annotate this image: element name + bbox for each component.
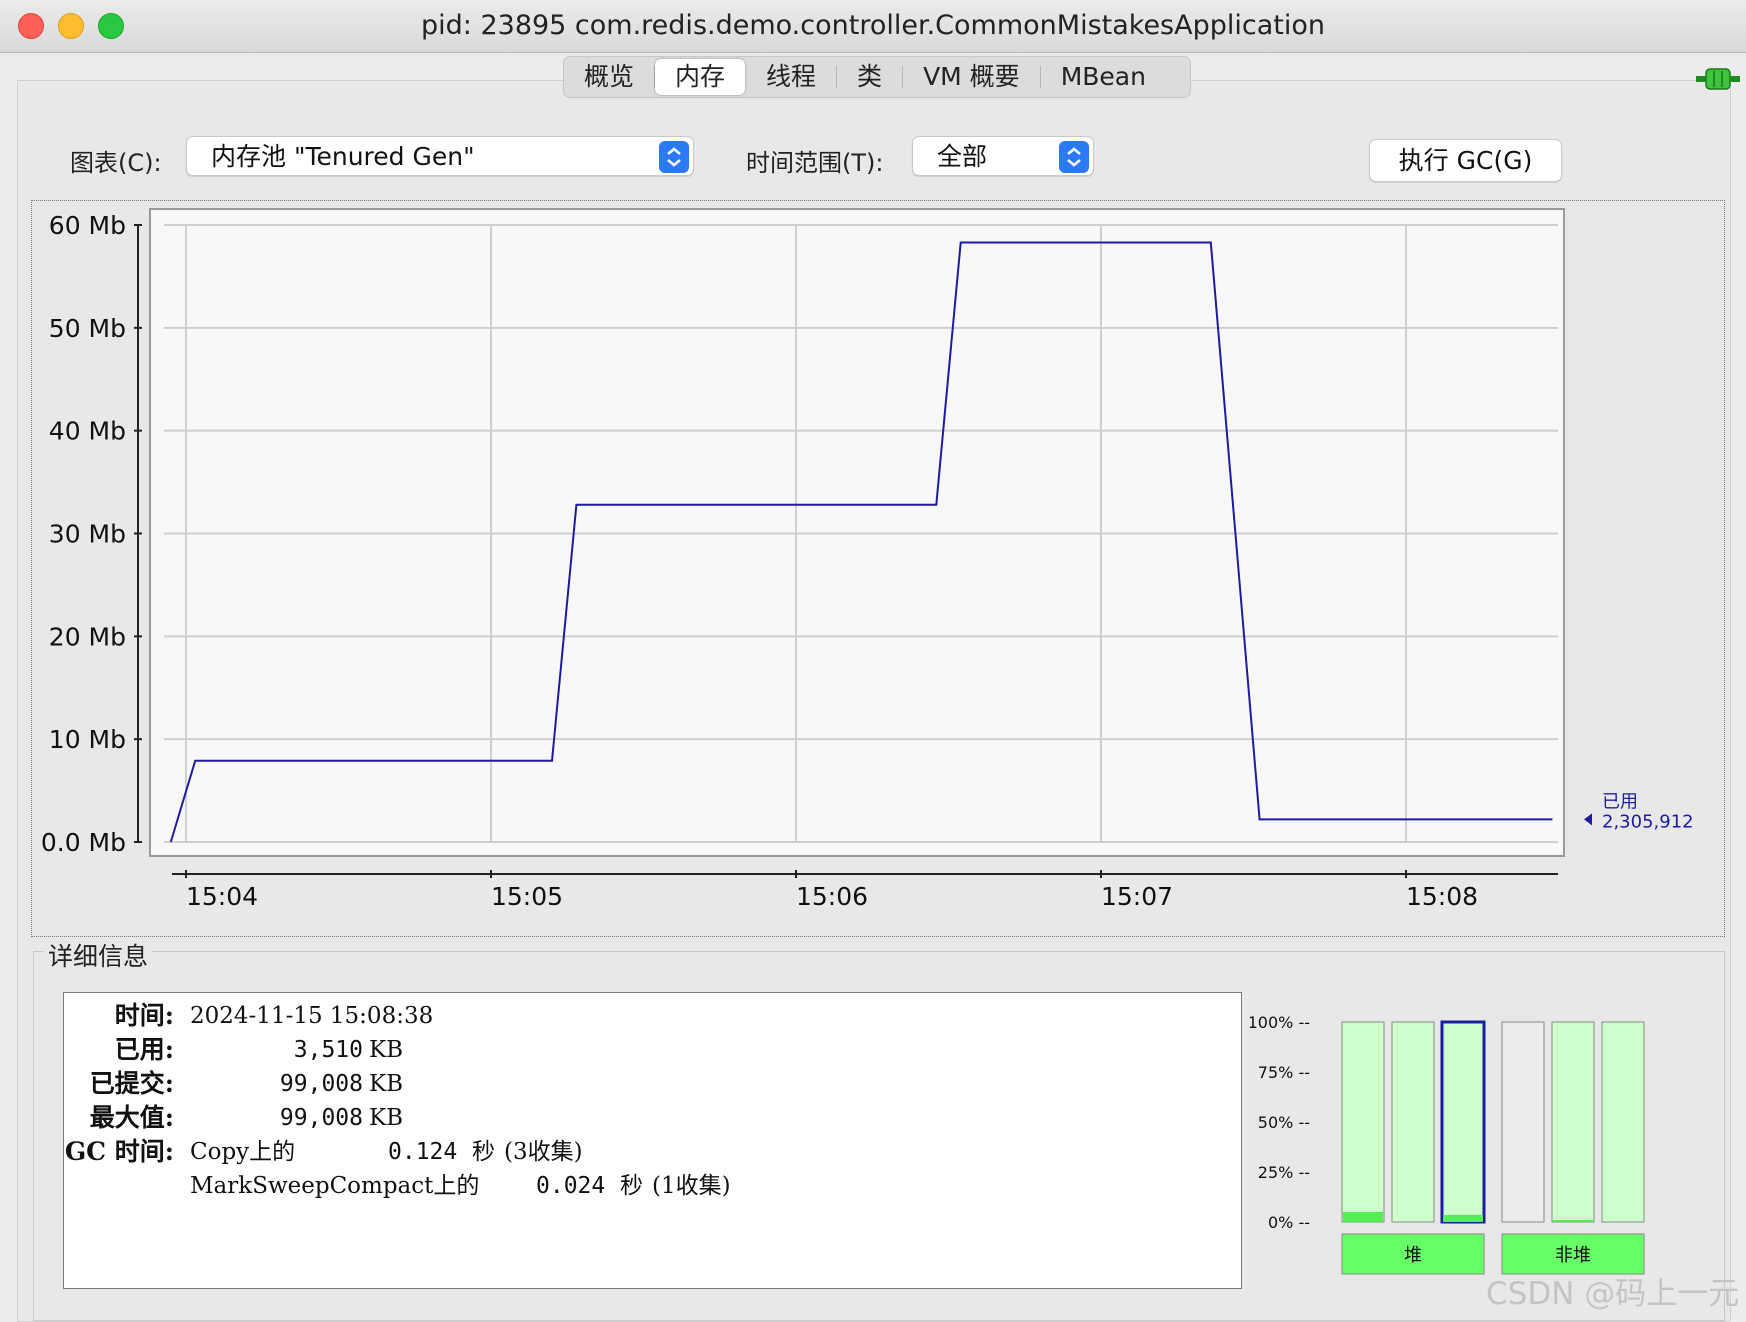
pool-y-label: 50% -- — [1258, 1113, 1310, 1132]
end-label-value: 2,305,912 — [1602, 811, 1694, 832]
memory-usage-chart: 0.0 Mb 10 Mb 20 Mb 30 Mb 40 Mb 50 Mb 60 Mb 15:0… — [41, 208, 1694, 911]
pool-y-label: 25% -- — [1258, 1163, 1310, 1182]
details-panel: 时间: 2024-11-15 15:08:38 已用: 3,510 KB 已提交… — [63, 992, 1242, 1289]
y-tick-label: 50 Mb — [49, 314, 126, 343]
detail-row-used: 已用: 3,510 KB — [64, 1035, 1241, 1065]
y-tick-label: 40 Mb — [49, 417, 126, 446]
tab-mbean[interactable]: MBean — [1041, 59, 1166, 95]
detail-value: 2024-11-15 15:08:38 — [190, 1003, 434, 1029]
heap-pool-bar — [1391, 1021, 1435, 1223]
detail-unit: KB — [369, 1037, 404, 1063]
perform-gc-button[interactable]: 执行 GC(G) — [1369, 139, 1562, 182]
gc-collector-time: 0.124 — [388, 1139, 458, 1165]
nonheap-label: 非堆 — [1555, 1245, 1591, 1266]
y-tick-label: 30 Mb — [49, 520, 126, 549]
nonheap-pool-bar — [1551, 1021, 1595, 1223]
detail-row-committed: 已提交: 99,008 KB — [64, 1069, 1241, 1099]
x-tick-label: 15:08 — [1406, 882, 1478, 911]
x-tick-label: 15:05 — [491, 882, 563, 911]
chart-selector-label: 图表(C): — [70, 149, 162, 177]
gc-collector-time: 0.024 — [536, 1173, 606, 1199]
chart-selector-value: 内存池 "Tenured Gen" — [211, 142, 475, 171]
updown-chevron-icon — [1059, 141, 1089, 173]
details-group-title: 详细信息 — [44, 937, 153, 973]
nonheap-pool-bar — [1501, 1021, 1545, 1223]
detail-key: 已用: — [114, 1035, 174, 1064]
y-tick-label: 10 Mb — [49, 725, 126, 754]
detail-row-gc-time: GC 时间: Copy上的 0.124 秒 (3收集) — [64, 1137, 1241, 1167]
detail-key: 时间: — [114, 1001, 174, 1030]
end-value-marker — [1584, 813, 1592, 826]
detail-unit: KB — [369, 1105, 404, 1131]
detail-row-time: 时间: 2024-11-15 15:08:38 — [64, 1001, 1241, 1031]
heap-pool-bar — [1440, 1020, 1486, 1224]
x-tick-label: 15:04 — [186, 882, 258, 911]
gc-collector-name: MarkSweepCompact上的 — [190, 1173, 480, 1199]
updown-chevron-icon — [659, 141, 689, 173]
tab-threads[interactable]: 线程 — [746, 59, 836, 95]
detail-value: 3,510 — [293, 1037, 363, 1063]
chart-selector-combo[interactable]: 内存池 "Tenured Gen" — [186, 136, 694, 176]
heap-pool-bar-fill — [1343, 1212, 1383, 1222]
gc-collector-unit: 秒 — [472, 1139, 495, 1165]
y-tick-label: 0.0 Mb — [41, 828, 126, 857]
window-title: pid: 23895 com.redis.demo.controller.Com… — [421, 10, 1325, 41]
end-label-name: 已用 — [1602, 791, 1638, 812]
time-range-label: 时间范围(T): — [746, 149, 884, 177]
memory-chart-frame: 0.0 Mb 10 Mb 20 Mb 30 Mb 40 Mb 50 Mb 60 Mb 15:0… — [31, 200, 1725, 937]
x-tick-label: 15:07 — [1101, 882, 1173, 911]
gc-collector-name: Copy上的 — [190, 1139, 296, 1165]
y-tick-label: 20 Mb — [49, 622, 126, 651]
tab-overview[interactable]: 概览 — [564, 59, 654, 95]
detail-value: 99,008 — [279, 1071, 363, 1097]
pool-y-label: 75% -- — [1258, 1063, 1310, 1082]
detail-row-gc-time-2: MarkSweepCompact上的 0.024 秒 (1收集) — [64, 1171, 1241, 1201]
y-tick-label: 60 Mb — [49, 211, 126, 240]
tab-bar: 概览 内存 线程 类 VM 概要 MBean — [563, 56, 1191, 98]
detail-value: 99,008 — [279, 1105, 363, 1131]
tab-memory[interactable]: 内存 — [655, 59, 746, 95]
tab-vm-summary[interactable]: VM 概要 — [903, 59, 1040, 95]
detail-key: 已提交: — [89, 1069, 174, 1098]
tab-classes[interactable]: 类 — [837, 59, 902, 95]
nonheap-pool-bar — [1601, 1021, 1645, 1223]
time-range-value: 全部 — [937, 142, 988, 171]
pool-y-label: 0% -- — [1268, 1213, 1310, 1232]
gc-collector-unit: 秒 — [620, 1173, 643, 1199]
time-range-combo[interactable]: 全部 — [912, 136, 1094, 176]
heap-label: 堆 — [1404, 1245, 1422, 1266]
connection-plug-icon — [1696, 68, 1740, 90]
watermark-text: CSDN @码上一元 — [1486, 1276, 1740, 1312]
nonheap-pool-bar-fill — [1553, 1220, 1593, 1222]
window-titlebar: pid: 23895 com.redis.demo.controller.Com… — [0, 0, 1746, 53]
gc-collector-note: (3收集) — [504, 1139, 583, 1165]
heap-pool-bar — [1341, 1021, 1385, 1223]
x-tick-label: 15:06 — [796, 882, 868, 911]
detail-unit: KB — [369, 1071, 404, 1097]
heap-pool-bar-fill — [1443, 1215, 1483, 1222]
gc-collector-note: (1收集) — [652, 1173, 731, 1199]
pool-y-label: 100% -- — [1250, 1013, 1310, 1032]
detail-key: GC 时间: — [64, 1137, 174, 1166]
detail-key: 最大值: — [89, 1103, 174, 1132]
detail-row-max: 最大值: 99,008 KB — [64, 1103, 1241, 1133]
memory-pools-bars: 100% -- 75% -- 50% -- 25% -- 0% -- 堆 非堆 — [1250, 1013, 1645, 1275]
